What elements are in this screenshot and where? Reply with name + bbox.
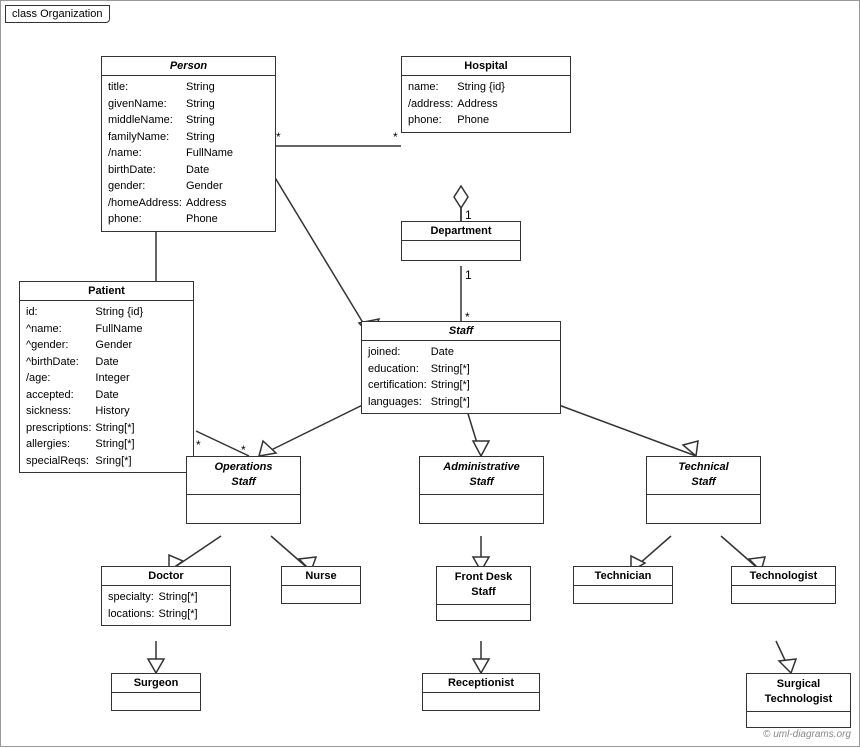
technologist-class: Technologist <box>731 566 836 604</box>
staff-class: Staff joined:Date education:String[*] ce… <box>361 321 561 414</box>
hospital-body: name:String {id} /address:Address phone:… <box>402 76 570 132</box>
front-desk-staff-class: Front DeskStaff <box>436 566 531 621</box>
department-title: Department <box>402 222 520 241</box>
svg-text:*: * <box>393 130 398 144</box>
doctor-title: Doctor <box>102 567 230 586</box>
technologist-title: Technologist <box>732 567 835 586</box>
surgeon-title: Surgeon <box>112 674 200 693</box>
administrative-staff-class: AdministrativeStaff <box>419 456 544 524</box>
patient-title: Patient <box>20 282 193 301</box>
svg-text:*: * <box>276 130 281 144</box>
nurse-title: Nurse <box>282 567 360 586</box>
diagram-label: class Organization <box>5 5 110 23</box>
department-class: Department <box>401 221 521 261</box>
front-desk-staff-title: Front DeskStaff <box>437 567 530 605</box>
technical-staff-title: TechnicalStaff <box>647 457 760 495</box>
technician-title: Technician <box>574 567 672 586</box>
staff-title: Staff <box>362 322 560 341</box>
operations-staff-class: OperationsStaff <box>186 456 301 524</box>
person-title: Person <box>102 57 275 76</box>
patient-class: Patient id:String {id} ^name:FullName ^g… <box>19 281 194 473</box>
staff-body: joined:Date education:String[*] certific… <box>362 341 560 413</box>
svg-text:*: * <box>241 443 246 457</box>
hospital-title: Hospital <box>402 57 570 76</box>
technician-class: Technician <box>573 566 673 604</box>
svg-text:1: 1 <box>465 208 472 222</box>
nurse-class: Nurse <box>281 566 361 604</box>
person-body: title:String givenName:String middleName… <box>102 76 275 231</box>
svg-text:1: 1 <box>465 268 472 282</box>
patient-body: id:String {id} ^name:FullName ^gender:Ge… <box>20 301 193 472</box>
svg-text:*: * <box>196 438 201 452</box>
doctor-body: specialty:String[*] locations:String[*] <box>102 586 230 625</box>
receptionist-title: Receptionist <box>423 674 539 693</box>
person-class: Person title:String givenName:String mid… <box>101 56 276 232</box>
surgeon-class: Surgeon <box>111 673 201 711</box>
operations-staff-title: OperationsStaff <box>187 457 300 495</box>
administrative-staff-title: AdministrativeStaff <box>420 457 543 495</box>
hospital-class: Hospital name:String {id} /address:Addre… <box>401 56 571 133</box>
watermark: © uml-diagrams.org <box>763 729 851 740</box>
receptionist-class: Receptionist <box>422 673 540 711</box>
surgical-technologist-class: SurgicalTechnologist <box>746 673 851 728</box>
diagram-container: class Organization * * 1 * 1 * * * <box>0 0 860 747</box>
technical-staff-class: TechnicalStaff <box>646 456 761 524</box>
surgical-technologist-title: SurgicalTechnologist <box>747 674 850 712</box>
doctor-class: Doctor specialty:String[*] locations:Str… <box>101 566 231 626</box>
